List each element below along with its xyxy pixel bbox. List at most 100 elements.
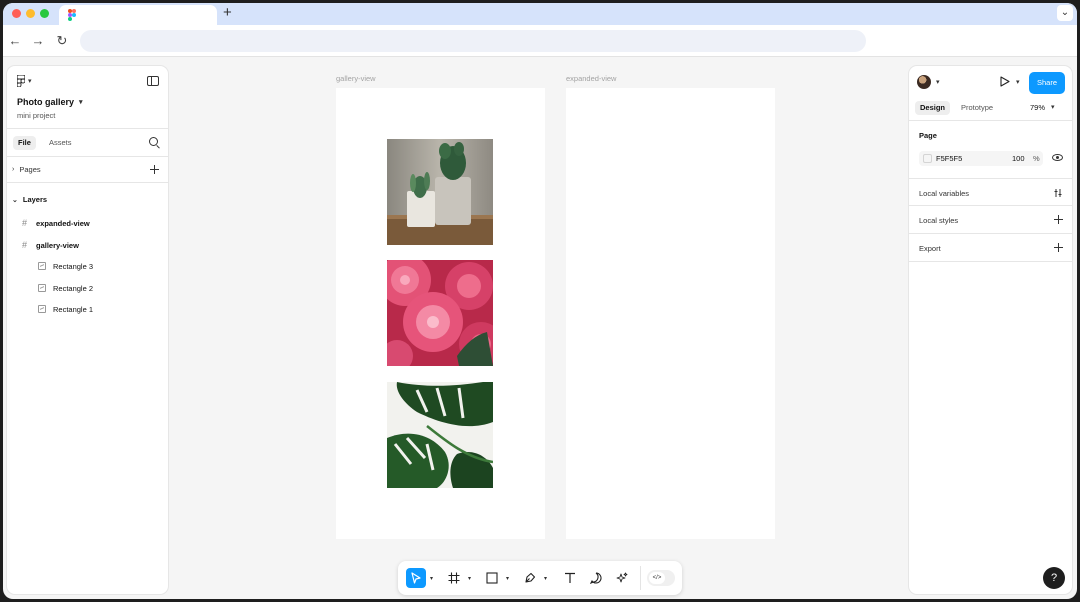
tab-strip: + ⌄ bbox=[3, 3, 1077, 25]
local-variables-label: Local variables bbox=[919, 189, 970, 198]
chevron-right-icon: › bbox=[12, 166, 15, 173]
add-style-icon[interactable] bbox=[1054, 215, 1063, 224]
forward-button[interactable]: → bbox=[30, 33, 46, 49]
layer-row[interactable]: Rectangle 3 bbox=[7, 256, 168, 276]
add-export-icon[interactable] bbox=[1054, 243, 1063, 252]
layer-row[interactable]: Rectangle 1 bbox=[7, 299, 168, 319]
pen-icon bbox=[525, 572, 536, 583]
bottom-toolbar: ▾ ▾ ▾ ▾ </> bbox=[398, 561, 682, 595]
cursor-icon bbox=[411, 572, 421, 584]
layer-row[interactable]: # expanded-view bbox=[7, 213, 168, 233]
frame-label-gallery-view[interactable]: gallery-view bbox=[336, 74, 376, 83]
succulents-photo[interactable] bbox=[387, 139, 493, 245]
tab-design[interactable]: Design bbox=[915, 101, 951, 115]
layer-name: Rectangle 1 bbox=[53, 304, 94, 314]
tab-search-button[interactable]: ⌄ bbox=[1057, 5, 1073, 21]
chevron-down-icon: ⌄ bbox=[12, 196, 18, 204]
avatar[interactable] bbox=[917, 75, 931, 89]
dahlia-photo[interactable] bbox=[387, 260, 493, 366]
actions-tool[interactable] bbox=[612, 568, 632, 588]
layer-name: gallery-view bbox=[36, 240, 79, 250]
page-section-title: Page bbox=[919, 131, 937, 140]
browser-window: + ⌄ ← → ↻ ▾ Photo gallery ▾ mini project… bbox=[3, 3, 1077, 599]
frame-label-expanded-view[interactable]: expanded-view bbox=[566, 74, 616, 83]
chevron-down-icon: ▾ bbox=[79, 99, 83, 106]
code-icon: </> bbox=[649, 572, 665, 584]
variables-icon[interactable] bbox=[1053, 188, 1063, 198]
chevron-down-icon[interactable]: ▾ bbox=[506, 575, 509, 582]
add-page-icon[interactable] bbox=[150, 165, 159, 174]
text-tool[interactable] bbox=[560, 568, 580, 588]
page-color-hex[interactable]: F5F5F5 bbox=[936, 154, 962, 163]
text-icon bbox=[565, 572, 575, 583]
tab-assets[interactable]: Assets bbox=[44, 136, 77, 150]
browser-tab-figma[interactable] bbox=[59, 5, 217, 25]
frame-icon: # bbox=[22, 218, 28, 228]
export-label: Export bbox=[919, 244, 941, 253]
frame-tool[interactable] bbox=[444, 568, 464, 588]
page-section: Page F5F5F5 100 % bbox=[909, 121, 1072, 179]
image-icon bbox=[38, 284, 46, 292]
address-bar[interactable] bbox=[80, 30, 866, 52]
image-icon bbox=[38, 305, 46, 313]
layers-panel: ▾ Photo gallery ▾ mini project File Asse… bbox=[7, 66, 168, 594]
move-tool[interactable] bbox=[406, 568, 426, 588]
pages-label: Pages bbox=[19, 165, 41, 174]
minimize-window-button[interactable] bbox=[26, 9, 35, 18]
layers-header[interactable]: ⌄ Layers bbox=[12, 195, 47, 204]
tab-prototype[interactable]: Prototype bbox=[956, 101, 998, 115]
search-icon[interactable] bbox=[149, 137, 158, 146]
rectangle-icon bbox=[486, 572, 498, 584]
frame-icon bbox=[448, 572, 460, 584]
layer-row[interactable]: Rectangle 2 bbox=[7, 278, 168, 298]
chevron-down-icon: ▾ bbox=[1051, 104, 1055, 111]
back-button[interactable]: ← bbox=[7, 33, 23, 49]
local-styles-section[interactable]: Local styles bbox=[909, 206, 1072, 234]
sidebar-toggle-icon[interactable] bbox=[147, 76, 159, 86]
chevron-down-icon[interactable]: ▾ bbox=[468, 575, 471, 582]
dev-mode-toggle[interactable]: </> bbox=[647, 570, 675, 586]
reload-button[interactable]: ↻ bbox=[54, 33, 70, 49]
file-name-text: Photo gallery bbox=[17, 97, 75, 107]
sparkle-icon bbox=[616, 572, 628, 583]
play-icon[interactable] bbox=[999, 76, 1010, 87]
local-styles-label: Local styles bbox=[919, 216, 959, 225]
layer-row[interactable]: # gallery-view bbox=[7, 235, 168, 255]
file-header: ▾ Photo gallery ▾ mini project bbox=[7, 66, 168, 129]
maximize-window-button[interactable] bbox=[40, 9, 49, 18]
chevron-down-icon[interactable]: ▾ bbox=[1016, 78, 1020, 86]
close-window-button[interactable] bbox=[12, 9, 21, 18]
properties-header: ▾ ▾ Share Design Prototype 79% ▾ bbox=[909, 66, 1072, 121]
pen-tool[interactable] bbox=[520, 568, 540, 588]
monstera-photo[interactable] bbox=[387, 382, 493, 488]
page-color-field[interactable]: F5F5F5 100 % bbox=[919, 151, 1043, 166]
help-button[interactable]: ? bbox=[1043, 567, 1065, 589]
image-icon bbox=[38, 262, 46, 270]
share-button[interactable]: Share bbox=[1029, 72, 1065, 94]
local-variables-section[interactable]: Local variables bbox=[909, 179, 1072, 206]
layer-name: Rectangle 3 bbox=[53, 261, 94, 271]
color-swatch[interactable] bbox=[923, 154, 932, 163]
expanded-view-frame[interactable] bbox=[566, 88, 775, 539]
pages-section[interactable]: › Pages bbox=[7, 157, 168, 183]
eye-icon[interactable] bbox=[1052, 154, 1063, 161]
chevron-down-icon[interactable]: ▾ bbox=[430, 575, 433, 582]
page-opacity[interactable]: 100 bbox=[1012, 154, 1025, 163]
layer-name: expanded-view bbox=[36, 218, 90, 228]
chevron-down-icon[interactable]: ▾ bbox=[544, 575, 547, 582]
export-section[interactable]: Export bbox=[909, 234, 1072, 262]
percent-label: % bbox=[1033, 154, 1040, 163]
tab-file[interactable]: File bbox=[13, 136, 36, 150]
project-name: mini project bbox=[17, 111, 56, 120]
file-name[interactable]: Photo gallery ▾ bbox=[17, 97, 83, 107]
chevron-down-icon[interactable]: ▾ bbox=[936, 78, 940, 86]
zoom-dropdown[interactable]: 79% ▾ bbox=[1030, 101, 1055, 115]
figma-favicon-icon bbox=[68, 9, 76, 21]
new-tab-button[interactable]: + bbox=[223, 4, 232, 22]
main-menu-button[interactable]: ▾ bbox=[17, 75, 32, 87]
frame-icon: # bbox=[22, 240, 28, 250]
comment-tool[interactable] bbox=[586, 568, 606, 588]
shape-tool[interactable] bbox=[482, 568, 502, 588]
gallery-view-frame[interactable] bbox=[336, 88, 545, 539]
browser-toolbar: ← → ↻ bbox=[3, 25, 1077, 57]
